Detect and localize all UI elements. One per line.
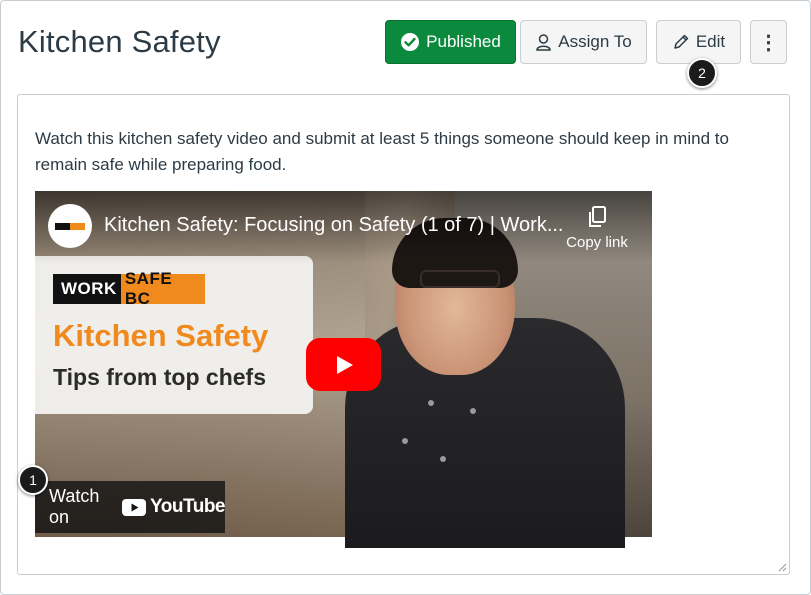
copy-link-label: Copy link	[566, 234, 628, 251]
page-title: Kitchen Safety	[18, 24, 221, 59]
assignment-description: Watch this kitchen safety video and subm…	[35, 129, 729, 174]
worksafebc-mini-logo-icon	[55, 222, 85, 230]
worksafebc-logo-work: WORK	[53, 274, 121, 304]
card-subtitle: Tips from top chefs	[53, 364, 266, 390]
play-icon	[336, 355, 353, 374]
assign-to-label: Assign To	[558, 32, 632, 51]
video-title-link[interactable]: Kitchen Safety: Focusing on Safety (1 of…	[104, 214, 563, 237]
copy-icon	[589, 206, 606, 227]
callout-badge-1: 1	[18, 465, 48, 495]
jacket-button	[428, 400, 434, 406]
published-label: Published	[426, 32, 501, 51]
watch-on-label: Watch on	[49, 486, 100, 527]
check-circle-icon	[401, 33, 420, 51]
assign-to-button[interactable]: Assign To	[520, 20, 647, 64]
watch-on-youtube-button[interactable]: Watch on YouTube	[35, 481, 225, 533]
chef-glasses	[420, 270, 500, 288]
jacket-button	[402, 438, 408, 444]
youtube-wordmark: YouTube	[150, 496, 225, 517]
play-button[interactable]	[306, 338, 381, 391]
kebab-menu-icon: ⋮	[758, 31, 779, 54]
pencil-icon	[674, 34, 689, 49]
copy-link-button[interactable]: Copy link	[563, 205, 631, 251]
card-title: Kitchen Safety	[53, 318, 269, 353]
published-button[interactable]: Published	[385, 20, 516, 64]
user-icon	[536, 33, 552, 51]
youtube-logo: YouTube	[122, 496, 225, 518]
youtube-play-icon	[122, 498, 147, 516]
jacket-button	[470, 408, 476, 414]
jacket-button	[440, 456, 446, 462]
worksafebc-logo: WORK SAFE BC	[53, 269, 205, 308]
edit-label: Edit	[695, 32, 726, 51]
channel-avatar[interactable]	[48, 204, 92, 248]
more-options-button[interactable]: ⋮	[750, 20, 787, 64]
worksafebc-logo-safe: SAFE BC	[120, 269, 205, 308]
resize-grip-icon[interactable]	[777, 562, 787, 572]
callout-badge-2: 2	[687, 58, 717, 88]
